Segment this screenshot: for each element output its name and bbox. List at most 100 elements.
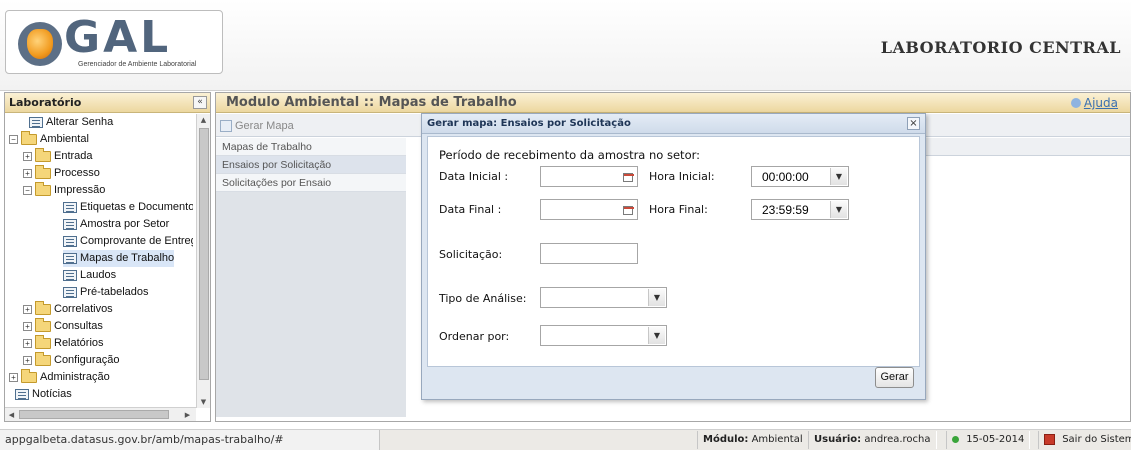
expand-icon[interactable]: + — [23, 356, 32, 365]
sidebar-vertical-scrollbar[interactable]: ▲ ▼ — [196, 114, 210, 408]
sidebar-item[interactable]: Laudos — [63, 267, 116, 284]
date-value: 15-05-2014 — [966, 434, 1025, 445]
sidebar-item[interactable]: Etiquetas e Documentos — [63, 199, 193, 216]
collapse-sidebar-button[interactable]: « — [193, 96, 207, 109]
calendar-icon[interactable] — [620, 169, 636, 186]
gerar-button[interactable]: Gerar — [875, 367, 914, 388]
dialog-header[interactable]: Gerar mapa: Ensaios por Solicitação × — [422, 114, 925, 134]
ordenar-label: Ordenar por: — [439, 330, 510, 343]
sidebar-item[interactable]: − Impressão — [23, 182, 105, 199]
page-icon — [63, 202, 77, 213]
modulo-label: Módulo: — [703, 434, 749, 445]
scroll-right-icon[interactable]: ▶ — [181, 409, 194, 421]
exit-link[interactable]: Sair do Sistema — [1038, 431, 1131, 449]
sidebar-item[interactable]: − Ambiental — [9, 131, 89, 148]
gerar-mapa-button[interactable]: Gerar Mapa — [220, 117, 294, 134]
solicitacao-label: Solicitação: — [439, 248, 503, 261]
gal-logo: GAL Gerenciador de Ambiente Laboratorial — [5, 10, 223, 74]
sidebar-item-label: Consultas — [54, 320, 103, 332]
scrollbar-thumb[interactable] — [199, 128, 209, 380]
expand-icon[interactable]: + — [23, 169, 32, 178]
tipo-analise-label: Tipo de Análise: — [439, 292, 527, 305]
folder-icon — [35, 148, 51, 162]
sidebar-item-label: Configuração — [54, 354, 120, 366]
sidebar-item[interactable]: + Relatórios — [23, 335, 104, 352]
page-icon — [63, 253, 77, 264]
help-link[interactable]: Ajuda — [1070, 96, 1118, 110]
exit-icon — [1044, 433, 1055, 445]
data-final-field[interactable] — [540, 199, 638, 220]
data-final-label: Data Final : — [439, 203, 502, 216]
sidebar-item-label: Correlativos — [54, 303, 113, 315]
status-url: appgalbeta.datasus.gov.br/amb/mapas-trab… — [0, 430, 380, 450]
ordenar-select[interactable]: ▼ — [540, 325, 667, 346]
solicitacao-input[interactable] — [540, 243, 638, 264]
sidebar-item-label: Amostra por Setor — [80, 218, 170, 230]
expand-icon[interactable]: + — [23, 339, 32, 348]
sidebar-item[interactable]: + Configuração — [23, 352, 119, 369]
sidebar-item[interactable]: Amostra por Setor — [63, 216, 169, 233]
sidebar-item[interactable]: Alterar Senha — [29, 114, 113, 131]
sidebar-item-label: Processo — [54, 167, 100, 179]
tipo-analise-select[interactable]: ▼ — [540, 287, 667, 308]
hora-final-select[interactable]: 23:59:59 ▼ — [751, 199, 849, 220]
exit-label: Sair do Sistema — [1062, 434, 1131, 445]
status-usuario: Usuário: andrea.rocha — [808, 431, 937, 449]
sidebar-item[interactable]: Comprovante de Entrega — [63, 233, 193, 250]
calendar-icon[interactable] — [620, 202, 636, 219]
sidebar-item[interactable]: + Correlativos — [23, 301, 113, 318]
page-header: GAL Gerenciador de Ambiente Laboratorial… — [0, 0, 1131, 91]
sidebar-item[interactable]: Pré-tabelados — [63, 284, 149, 301]
collapse-icon[interactable]: − — [23, 186, 32, 195]
sidebar-item[interactable]: + Processo — [23, 165, 100, 182]
chevron-down-icon[interactable]: ▼ — [830, 168, 847, 185]
sidebar-item[interactable]: Mapas de Trabalho — [63, 250, 175, 267]
data-inicial-field[interactable] — [540, 166, 638, 187]
dialog-title: Gerar mapa: Ensaios por Solicitação — [427, 118, 631, 129]
page-icon — [63, 219, 77, 230]
hora-inicial-label: Hora Inicial: — [649, 170, 715, 183]
sidebar-item[interactable]: + Consultas — [23, 318, 103, 335]
scroll-up-icon[interactable]: ▲ — [197, 114, 210, 126]
page-title: Modulo Ambiental :: Mapas de Trabalho — [226, 95, 517, 110]
list-item[interactable]: Mapas de Trabalho — [216, 138, 406, 156]
scrollbar-thumb[interactable] — [19, 410, 169, 419]
scroll-left-icon[interactable]: ◀ — [5, 409, 18, 421]
sidebar-item-label: Relatórios — [54, 337, 104, 349]
folder-icon — [35, 182, 51, 196]
sidebar-title: Laboratório — [9, 96, 82, 109]
scroll-down-icon[interactable]: ▼ — [197, 396, 210, 408]
logo-text: GAL — [64, 12, 172, 63]
expand-icon[interactable]: + — [23, 305, 32, 314]
data-inicial-label: Data Inicial : — [439, 170, 509, 183]
hora-final-value: 23:59:59 — [762, 203, 809, 217]
chevron-down-icon[interactable]: ▼ — [648, 327, 665, 344]
chevron-down-icon[interactable]: ▼ — [830, 201, 847, 218]
sidebar-item-label: Pré-tabelados — [80, 286, 149, 298]
list-item[interactable]: Ensaios por Solicitação — [216, 156, 406, 174]
collapse-icon[interactable]: − — [9, 135, 18, 144]
sidebar-item[interactable]: + Administração — [9, 369, 110, 386]
sidebar-item-label: Comprovante de Entrega — [80, 235, 193, 247]
expand-icon[interactable]: + — [23, 322, 32, 331]
sidebar-horizontal-scrollbar[interactable]: ◀ ▶ — [5, 407, 196, 421]
online-status-icon — [952, 435, 959, 443]
folder-icon — [35, 318, 51, 332]
status-date: 15-05-2014 — [946, 431, 1031, 449]
expand-icon[interactable]: + — [9, 373, 18, 382]
sidebar-item[interactable]: + Entrada — [23, 148, 93, 165]
status-modulo: Módulo: Ambiental — [697, 431, 809, 449]
expand-icon[interactable]: + — [23, 152, 32, 161]
sidebar-header: Laboratório « — [5, 93, 210, 113]
sidebar-item-label: Mapas de Trabalho — [80, 252, 175, 264]
hora-inicial-select[interactable]: 00:00:00 ▼ — [751, 166, 849, 187]
close-icon[interactable]: × — [907, 117, 920, 130]
gerar-mapa-label: Gerar Mapa — [235, 119, 294, 132]
app-window: GAL Gerenciador de Ambiente Laboratorial… — [0, 0, 1131, 450]
chevron-down-icon[interactable]: ▼ — [648, 289, 665, 306]
list-item[interactable]: Solicitações por Ensaio — [216, 174, 406, 192]
page-icon — [15, 389, 29, 400]
list-empty-area — [216, 192, 406, 417]
sidebar-item[interactable]: Notícias — [15, 386, 72, 403]
sidebar-item-label: Impressão — [54, 184, 106, 196]
